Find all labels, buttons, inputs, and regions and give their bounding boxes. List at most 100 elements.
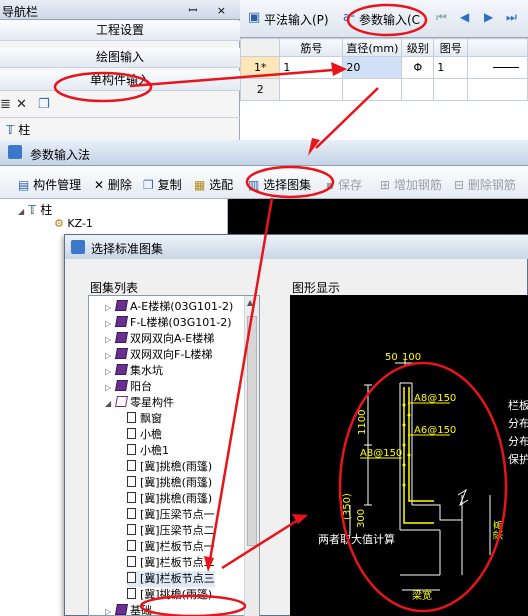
list-item-label: F-L楼梯(03G101-2) [130, 316, 232, 329]
copy-icon[interactable]: ❐ [38, 97, 50, 112]
document-icon [127, 572, 136, 583]
collapse-icon[interactable]: ◢ [18, 207, 24, 216]
expand-toggle-icon[interactable]: ▷ [105, 364, 114, 380]
delete-icon[interactable]: ✕ [16, 97, 27, 112]
rebar-detail-figure: 50 100 A8@150 A6@150 A8@150 1100 300 (35… [318, 352, 528, 602]
expand-toggle-icon[interactable]: ▷ [105, 348, 114, 364]
expand-toggle-icon[interactable]: ▷ [105, 604, 114, 615]
list-item[interactable]: 小檐 [127, 427, 162, 443]
tab-param-input[interactable]: 参数输入(C [359, 11, 420, 28]
expand-toggle-icon[interactable]: ▷ [105, 332, 114, 348]
row-number[interactable]: 2 [239, 78, 281, 101]
cell-figure[interactable] [467, 78, 528, 101]
list-item[interactable]: [冀]栏板节点一 [127, 539, 215, 555]
table-row[interactable]: 1* 1 20 Φ 1 [239, 56, 528, 79]
cell-diameter[interactable] [342, 78, 403, 101]
nav-toolbar: ≣ ✕ ❐ [0, 94, 240, 118]
cell-figure[interactable] [467, 56, 528, 79]
nav-item-drawing-input[interactable]: 绘图输入 [0, 48, 240, 68]
copy-button[interactable]: ❐ 复制 [143, 176, 182, 193]
document-icon [127, 460, 136, 471]
table-row[interactable]: 2 [239, 78, 528, 101]
nav-tree-root-label: 柱 [18, 123, 31, 137]
first-record-icon[interactable]: ⏮ [436, 10, 447, 25]
nav-item-single-component-input[interactable]: 单构件输入 [0, 71, 240, 91]
side-text-2: 分布 [508, 417, 528, 430]
expand-toggle-icon[interactable]: ◢ [105, 396, 114, 412]
cell-jinhao[interactable]: 1 [279, 56, 344, 79]
remove-rebar-button[interactable]: ⊟ 删除钢筋 [454, 176, 516, 193]
list-item[interactable]: ▷ A-E楼梯(03G101-2) [105, 299, 233, 315]
list-item[interactable]: 飘窗 [127, 411, 162, 427]
side-text-3: 分布 [508, 435, 528, 448]
list-item[interactable]: [冀]栏板节点三 [127, 571, 215, 587]
tree-node-column[interactable]: ◢ 𝕋 柱 [18, 201, 52, 218]
cell-tuhao[interactable] [433, 78, 469, 101]
book-icon [115, 364, 128, 375]
select-atlas-button[interactable]: ▥ 选择图集 [248, 176, 311, 193]
list-item[interactable]: ▷ 基础 [105, 603, 152, 615]
grid-header-jinhao: 筋号 [279, 38, 344, 57]
cell-tuhao[interactable]: 1 [433, 56, 469, 79]
cell-grade[interactable]: Φ [401, 56, 435, 79]
list-icon[interactable]: ≣ [0, 97, 11, 112]
cell-jinhao[interactable] [279, 78, 344, 101]
expand-toggle-icon[interactable]: ▷ [105, 300, 114, 316]
list-item-label: 小檐 [140, 428, 162, 441]
delete-icon: ✕ [94, 178, 105, 192]
scroll-up-icon[interactable]: ▲ [247, 298, 253, 307]
list-item[interactable]: [冀]栏板节点二 [127, 555, 215, 571]
select-button[interactable]: ▦ 选配 [194, 176, 233, 193]
next-record-icon[interactable]: ▶ [484, 10, 493, 24]
list-item[interactable]: [冀]挑檐(雨篷) [127, 459, 212, 475]
list-item[interactable]: 小檐1 [127, 443, 169, 459]
row-number[interactable]: 1* [239, 56, 281, 79]
document-icon [127, 508, 136, 519]
list-item[interactable]: [冀]挑檐(雨篷) [127, 491, 212, 507]
tab-flat-input[interactable]: 平法输入(P) [264, 11, 329, 28]
document-icon [127, 412, 136, 423]
navigation-panel-title: 导航栏 ꟷ × [0, 0, 240, 20]
list-item[interactable]: ▷ 阳台 [105, 379, 152, 395]
figure-note: 两者取大值计算 [318, 532, 395, 546]
cell-diameter[interactable]: 20 [342, 56, 403, 79]
book-icon [115, 316, 128, 327]
nav-panel-controls[interactable]: ꟷ × [188, 3, 234, 18]
delete-label: 删除 [107, 178, 132, 192]
component-mgmt-button[interactable]: ▤ 构件管理 [18, 176, 81, 193]
list-item[interactable]: ▷ 双网双向F-L楼梯 [105, 347, 212, 363]
delete-button[interactable]: ✕ 删除 [94, 176, 132, 193]
tree-node-kz1[interactable]: ⚙ KZ-1 [54, 217, 93, 230]
list-item[interactable]: [冀]压梁节点一 [127, 507, 215, 523]
dim-100: 100 [402, 352, 421, 363]
dim-350: (350) [342, 493, 353, 520]
atlas-list-label: 图集列表 [90, 281, 139, 295]
grid-header-tuhao: 图号 [433, 38, 469, 57]
save-button[interactable]: ▪ 保存 [326, 176, 362, 193]
list-item[interactable]: ◢ 零星构件 [105, 395, 174, 411]
rebar-label-2: A6@150 [414, 425, 456, 436]
list-item[interactable]: [冀]挑檐(雨篷) [127, 475, 212, 491]
book-icon [115, 348, 128, 359]
nav-item-project-settings[interactable]: 工程设置 [0, 21, 240, 41]
list-item[interactable]: [冀]压梁节点二 [127, 523, 215, 539]
atlas-list-scrollbar[interactable]: ▲ [244, 296, 259, 616]
last-record-icon[interactable]: ⏭ [506, 10, 517, 25]
list-item[interactable]: ▷ 集水坑 [105, 363, 163, 379]
prev-record-icon[interactable]: ◀ [460, 10, 469, 24]
tree-node-column-label: 柱 [40, 203, 53, 217]
expand-toggle-icon[interactable]: ▷ [105, 380, 114, 396]
list-item-label: 小檐1 [140, 444, 169, 457]
add-rebar-button[interactable]: ⊞ 增加钢筋 [380, 176, 442, 193]
list-item-label: [冀]挑檐(雨篷) [140, 492, 213, 505]
cell-grade[interactable] [401, 78, 435, 101]
figure-display-label: 图形显示 [292, 281, 341, 295]
list-item[interactable]: ▷ F-L楼梯(03G101-2) [105, 315, 232, 331]
list-item[interactable]: ▷ 双网双向A-E楼梯 [105, 331, 214, 347]
list-item-label: 双网双向F-L楼梯 [130, 348, 213, 361]
list-item-label: [冀]栏板节点三 [140, 572, 215, 585]
expand-toggle-icon[interactable]: ▷ [105, 316, 114, 332]
list-item[interactable]: [冀]挑檐(雨篷) [127, 587, 212, 603]
scrollbar-thumb[interactable] [247, 316, 257, 546]
nav-tree-root[interactable]: 𝕋 柱 [6, 121, 30, 138]
